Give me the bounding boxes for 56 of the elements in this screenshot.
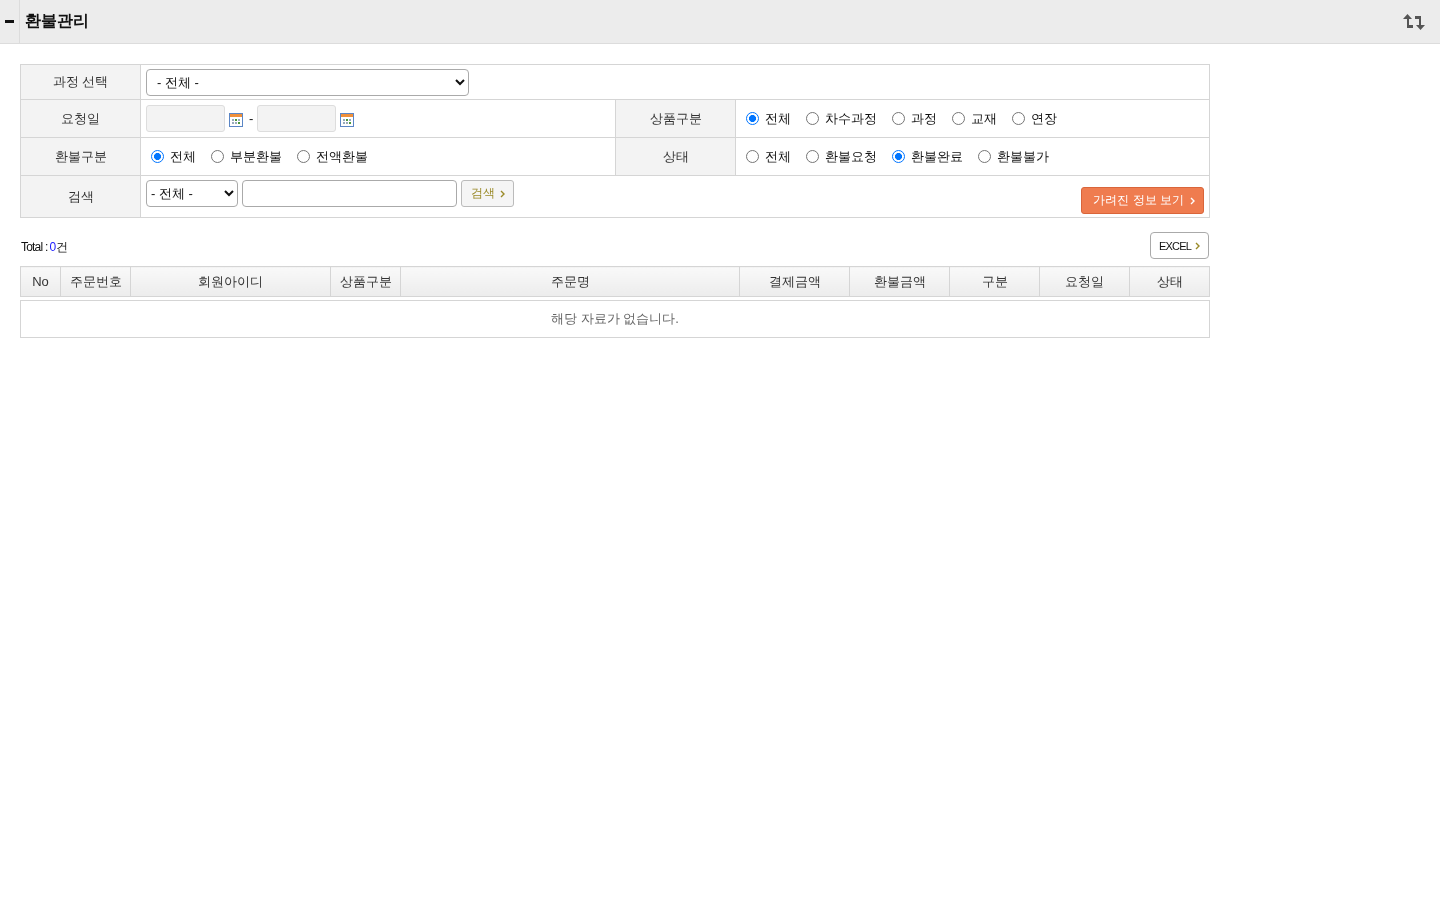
column-header: 상태 [1129,266,1210,297]
calendar-icon[interactable] [340,112,355,127]
date-field[interactable] [146,105,225,132]
field-label: 과정 선택 [21,65,141,100]
radio-button[interactable] [806,112,819,125]
radio-button[interactable] [952,112,965,125]
radio-button[interactable] [892,150,905,163]
column-header: 결제금액 [739,266,850,297]
total-count: Total : 0건 [20,238,68,256]
empty-message: 해당 자료가 없습니다. [20,300,1210,338]
excel-button[interactable]: EXCEL [1150,232,1209,259]
search-type-select[interactable]: - 전체 - [146,180,238,207]
chevron-icon [1190,196,1195,205]
field-label: 검색 [21,176,141,218]
field-label: 상태 [616,138,736,176]
radio-label[interactable]: 전액환불 [316,147,368,166]
radio-label[interactable]: 부분환불 [230,147,282,166]
column-header: No [20,266,61,297]
radio-label[interactable]: 환불불가 [997,147,1049,166]
radio-label[interactable]: 과정 [911,109,937,128]
column-header: 회원아이디 [130,266,331,297]
date-field[interactable] [257,105,337,132]
field-label: 환불구분 [21,138,141,176]
radio-button[interactable] [297,150,310,163]
radio-button[interactable] [806,150,819,163]
radio-label[interactable]: 전체 [765,147,791,166]
field-label: 상품구분 [616,100,736,138]
radio-button[interactable] [746,150,759,163]
column-header: 상품구분 [330,266,401,297]
radio-button[interactable] [892,112,905,125]
column-header: 환불금액 [849,266,950,297]
radio-label[interactable]: 환불완료 [911,147,963,166]
radio-label[interactable]: 차수과정 [825,109,877,128]
radio-button[interactable] [211,150,224,163]
column-header: 요청일 [1039,266,1130,297]
radio-label[interactable]: 환불요청 [825,147,877,166]
course-select[interactable]: - 전체 - [146,68,469,96]
radio-button[interactable] [151,150,164,163]
column-header: 구분 [949,266,1040,297]
radio-label[interactable]: 연장 [1031,109,1057,128]
refresh-icon[interactable] [1403,13,1425,30]
column-header: 주문명 [400,266,740,297]
radio-label[interactable]: 전체 [765,109,791,128]
page-title: 환불관리 [25,11,89,31]
radio-label[interactable]: 교재 [971,109,997,128]
radio-button[interactable] [746,112,759,125]
search-field[interactable] [242,180,457,207]
field-label: 요청일 [21,100,141,138]
chevron-icon [499,189,505,198]
radio-label[interactable]: 전체 [170,147,196,166]
column-header: 주문번호 [60,266,131,297]
calendar-icon[interactable] [229,112,243,127]
radio-button[interactable] [1012,112,1025,125]
date-separator: - [249,111,254,126]
chevron-icon [1195,241,1201,250]
radio-button[interactable] [978,150,991,163]
